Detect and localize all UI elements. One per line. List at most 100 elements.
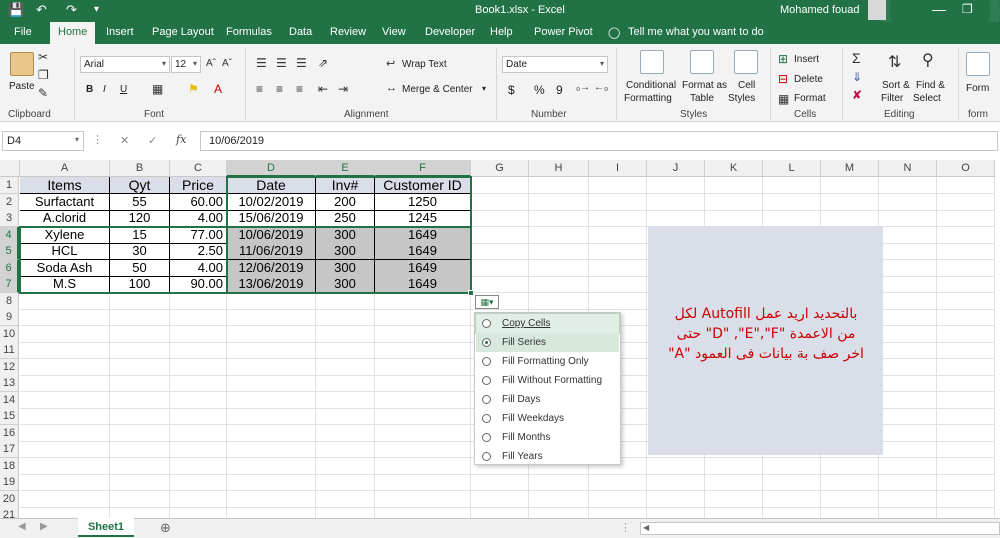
grid-cell[interactable]: [937, 474, 995, 491]
column-header[interactable]: N: [879, 160, 937, 177]
row-header[interactable]: 16: [0, 424, 19, 442]
grid-cell[interactable]: [316, 342, 375, 359]
top-align-icon[interactable]: ☰: [256, 56, 267, 70]
row-header[interactable]: 10: [0, 325, 19, 343]
fill-color-icon[interactable]: ⚑: [188, 82, 199, 96]
format-button[interactable]: Format: [794, 93, 826, 104]
grid-cell[interactable]: [589, 193, 647, 211]
column-header[interactable]: E: [316, 160, 375, 177]
table-header-cell[interactable]: Qyt: [110, 177, 170, 194]
grid-cell[interactable]: [170, 441, 227, 458]
font-name-combo[interactable]: Arial ▾: [80, 56, 170, 73]
table-cell[interactable]: 11/06/2019: [227, 243, 316, 260]
grid-cell[interactable]: [316, 325, 375, 343]
table-cell[interactable]: 77.00: [170, 226, 227, 244]
grid-cell[interactable]: [375, 375, 471, 392]
column-header[interactable]: C: [170, 160, 227, 177]
scroll-left-icon[interactable]: ◀: [643, 523, 649, 532]
grid-cell[interactable]: [529, 474, 589, 491]
format-as-table-button[interactable]: Format as: [682, 80, 727, 91]
grid-cell[interactable]: [763, 490, 821, 508]
fill-icon[interactable]: ⇓: [852, 70, 862, 84]
table-cell[interactable]: M.S: [20, 276, 110, 293]
grid-cell[interactable]: [647, 490, 705, 508]
grid-cell[interactable]: [471, 490, 529, 508]
grid-cell[interactable]: [227, 375, 316, 392]
grid-cell[interactable]: [20, 325, 110, 343]
tab-developer[interactable]: Developer: [425, 26, 475, 38]
grid-cell[interactable]: [647, 210, 705, 227]
grid-cell[interactable]: [821, 177, 879, 194]
tab-help[interactable]: Help: [490, 26, 513, 38]
minimize-icon[interactable]: —: [932, 1, 946, 17]
grid-cell[interactable]: [471, 276, 529, 293]
font-size-combo[interactable]: 12 ▾: [171, 56, 201, 73]
grid-cell[interactable]: [20, 424, 110, 442]
grid-cell[interactable]: [589, 292, 647, 310]
grid-cell[interactable]: [937, 292, 995, 310]
table-cell[interactable]: 4.00: [170, 210, 227, 227]
tab-page-layout[interactable]: Page Layout: [152, 26, 214, 38]
cell-styles-button[interactable]: Cell: [738, 80, 755, 91]
grid-cell[interactable]: [375, 342, 471, 359]
column-header[interactable]: G: [471, 160, 529, 177]
row-header[interactable]: 4: [0, 226, 19, 244]
table-header-cell[interactable]: Price: [170, 177, 227, 194]
grid-cell[interactable]: [879, 342, 937, 359]
grid-cell[interactable]: [879, 243, 937, 260]
menu-item-fill-months[interactable]: Fill Months: [476, 428, 619, 447]
increase-decimal-icon[interactable]: ₀→: [576, 82, 590, 93]
row-header[interactable]: 7: [0, 276, 19, 293]
grid-cell[interactable]: [879, 309, 937, 326]
grid-cell[interactable]: [705, 210, 763, 227]
grid-cell[interactable]: [879, 325, 937, 343]
tab-review[interactable]: Review: [330, 26, 366, 38]
merge-center-button[interactable]: Merge & Center: [402, 84, 473, 95]
menu-item-fill-days[interactable]: Fill Days: [476, 390, 619, 409]
grid-cell[interactable]: [170, 457, 227, 475]
grid-cell[interactable]: [937, 259, 995, 277]
sort-filter-button[interactable]: Sort &: [882, 80, 910, 91]
conditional-formatting-icon[interactable]: [640, 50, 664, 74]
grid-cell[interactable]: [879, 391, 937, 409]
table-cell[interactable]: 1649: [375, 259, 471, 277]
row-header[interactable]: 12: [0, 358, 19, 376]
increase-font-icon[interactable]: Aˆ: [206, 58, 216, 69]
grid-cell[interactable]: [170, 424, 227, 442]
grid-cell[interactable]: [821, 474, 879, 491]
column-header[interactable]: K: [705, 160, 763, 177]
grid-cell[interactable]: [170, 408, 227, 425]
grid-cell[interactable]: [227, 424, 316, 442]
table-cell[interactable]: 15/06/2019: [227, 210, 316, 227]
grid-cell[interactable]: [375, 309, 471, 326]
grid-cell[interactable]: [879, 226, 937, 244]
add-sheet-icon[interactable]: ⊕: [160, 520, 171, 536]
table-cell[interactable]: 250: [316, 210, 375, 227]
grid-cell[interactable]: [20, 292, 110, 310]
customize-qat-icon[interactable]: ▾: [94, 4, 99, 15]
grid-cell[interactable]: [879, 276, 937, 293]
row-header[interactable]: 2: [0, 193, 19, 211]
grid-cell[interactable]: [170, 391, 227, 409]
grid-cell[interactable]: [110, 490, 170, 508]
table-cell[interactable]: Surfactant: [20, 193, 110, 211]
table-cell[interactable]: Xylene: [20, 226, 110, 244]
grid-cell[interactable]: [529, 276, 589, 293]
grid-cell[interactable]: [227, 490, 316, 508]
grid-cell[interactable]: [375, 424, 471, 442]
borders-icon[interactable]: ▦: [152, 82, 163, 96]
grid-cell[interactable]: [110, 358, 170, 376]
grid-cell[interactable]: [763, 193, 821, 211]
menu-item-copy-cells[interactable]: Copy Cells: [475, 313, 620, 334]
grid-cell[interactable]: [937, 210, 995, 227]
table-cell[interactable]: 1649: [375, 243, 471, 260]
grid-cell[interactable]: [879, 210, 937, 227]
grid-cell[interactable]: [170, 474, 227, 491]
grid-cell[interactable]: [937, 226, 995, 244]
tell-me-box[interactable]: Tell me what you want to do: [628, 26, 764, 38]
grid-cell[interactable]: [471, 474, 529, 491]
grid-cell[interactable]: [227, 441, 316, 458]
table-cell[interactable]: 300: [316, 226, 375, 244]
grid-cell[interactable]: [471, 259, 529, 277]
table-cell[interactable]: 60.00: [170, 193, 227, 211]
